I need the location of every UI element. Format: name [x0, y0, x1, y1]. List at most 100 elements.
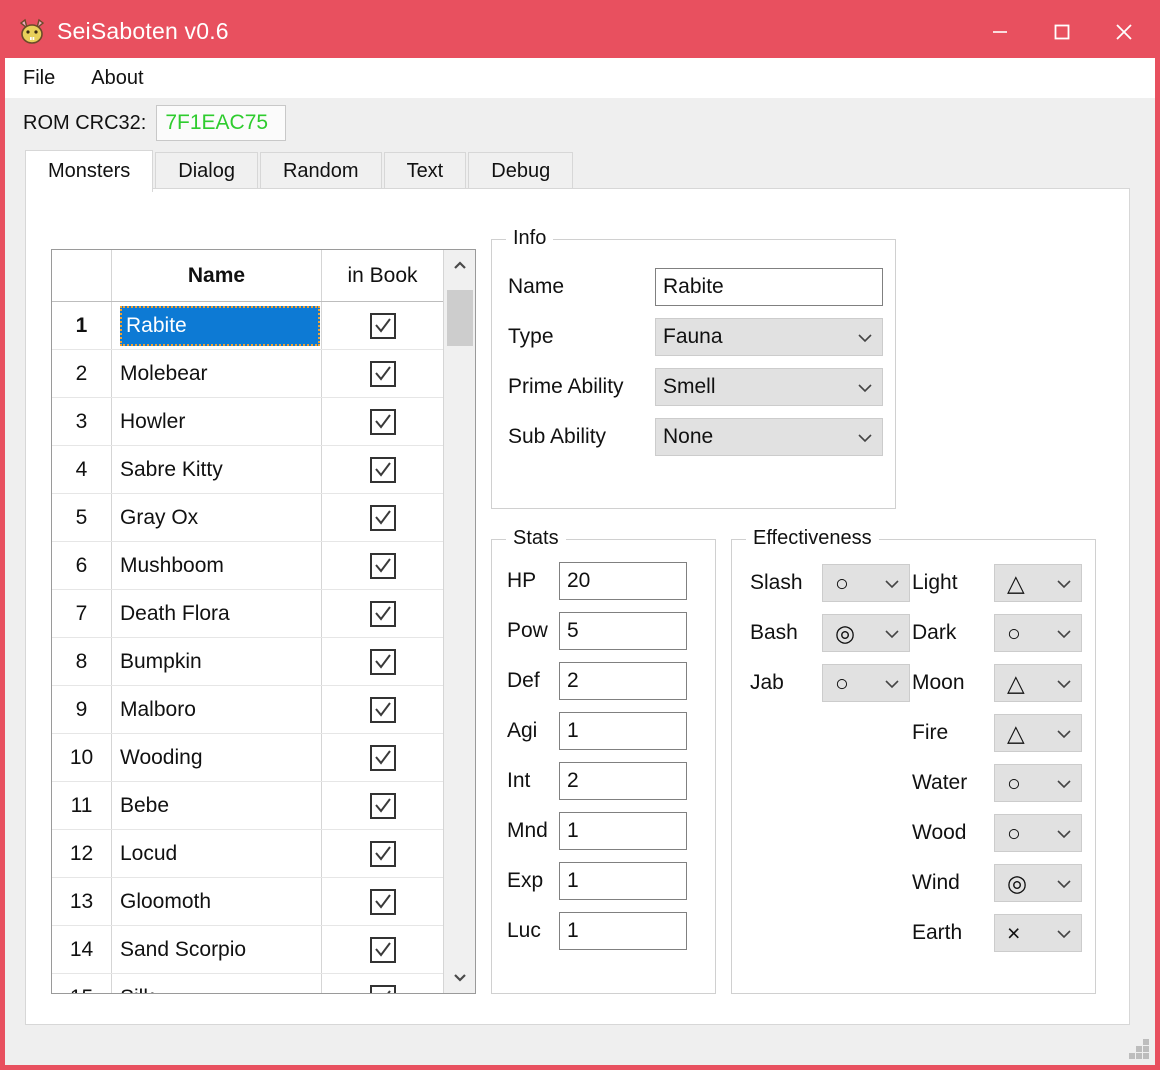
row-name-cell[interactable]: Howler — [112, 398, 322, 445]
effectiveness-combo-elem-2[interactable]: △ — [994, 664, 1082, 702]
row-name-cell[interactable]: Sand Scorpio — [112, 926, 322, 973]
row-name-cell[interactable]: Silk — [112, 974, 322, 993]
table-row[interactable]: 4 Sabre Kitty — [52, 446, 443, 494]
in-book-checkbox[interactable] — [369, 888, 396, 915]
tab-dialog[interactable]: Dialog — [155, 152, 258, 190]
in-book-checkbox[interactable] — [369, 552, 396, 579]
row-in-book-cell[interactable] — [322, 686, 443, 733]
stat-input-2[interactable]: 2 — [559, 662, 687, 700]
in-book-checkbox[interactable] — [369, 696, 396, 723]
table-row[interactable]: 14 Sand Scorpio — [52, 926, 443, 974]
table-row[interactable]: 10 Wooding — [52, 734, 443, 782]
scroll-up-button[interactable] — [444, 250, 475, 282]
row-name-cell[interactable]: Molebear — [112, 350, 322, 397]
row-name-cell[interactable]: Malboro — [112, 686, 322, 733]
scrollbar-thumb[interactable] — [447, 290, 473, 346]
row-in-book-cell[interactable] — [322, 494, 443, 541]
row-in-book-cell[interactable] — [322, 590, 443, 637]
stat-input-1[interactable]: 5 — [559, 612, 687, 650]
column-header-in-book[interactable]: in Book — [322, 250, 443, 301]
stat-input-7[interactable]: 1 — [559, 912, 687, 950]
menu-item-about[interactable]: About — [91, 67, 143, 90]
tab-monsters[interactable]: Monsters — [25, 150, 154, 192]
in-book-checkbox[interactable] — [369, 744, 396, 771]
effectiveness-combo-elem-7[interactable]: × — [994, 914, 1082, 952]
column-header-name[interactable]: Name — [112, 250, 322, 301]
info-combo-1[interactable]: Fauna — [655, 318, 883, 356]
row-name-selected[interactable]: Rabite — [120, 305, 320, 346]
stat-input-4[interactable]: 2 — [559, 762, 687, 800]
effectiveness-combo-elem-5[interactable]: ○ — [994, 814, 1082, 852]
row-in-book-cell[interactable] — [322, 302, 443, 349]
in-book-checkbox[interactable] — [369, 504, 396, 531]
effectiveness-combo-elem-0[interactable]: △ — [994, 564, 1082, 602]
in-book-checkbox[interactable] — [369, 936, 396, 963]
in-book-checkbox[interactable] — [369, 408, 396, 435]
row-in-book-cell[interactable] — [322, 974, 443, 993]
tab-random[interactable]: Random — [259, 152, 382, 190]
monster-grid-scrollbar[interactable] — [443, 250, 475, 993]
row-in-book-cell[interactable] — [322, 446, 443, 493]
table-row[interactable]: 5 Gray Ox — [52, 494, 443, 542]
menu-item-file[interactable]: File — [23, 67, 55, 90]
tab-text[interactable]: Text — [383, 152, 467, 190]
minimize-button[interactable] — [969, 5, 1031, 58]
table-row[interactable]: 15Silk — [52, 974, 443, 993]
row-in-book-cell[interactable] — [322, 542, 443, 589]
in-book-checkbox[interactable] — [369, 360, 396, 387]
in-book-checkbox[interactable] — [369, 984, 396, 993]
row-name-cell[interactable]: Death Flora — [112, 590, 322, 637]
table-row[interactable]: 9 Malboro — [52, 686, 443, 734]
close-button[interactable] — [1093, 5, 1155, 58]
table-row[interactable]: 12 Locud — [52, 830, 443, 878]
info-combo-3[interactable]: None — [655, 418, 883, 456]
in-book-checkbox[interactable] — [369, 792, 396, 819]
maximize-button[interactable] — [1031, 5, 1093, 58]
table-row[interactable]: 13 Gloomoth — [52, 878, 443, 926]
row-name-cell[interactable]: Sabre Kitty — [112, 446, 322, 493]
info-input-0[interactable]: Rabite — [655, 268, 883, 306]
effectiveness-combo-elem-4[interactable]: ○ — [994, 764, 1082, 802]
in-book-checkbox[interactable] — [369, 456, 396, 483]
in-book-checkbox[interactable] — [369, 312, 396, 339]
row-in-book-cell[interactable] — [322, 638, 443, 685]
scroll-down-button[interactable] — [444, 961, 476, 993]
table-row[interactable]: 7 Death Flora — [52, 590, 443, 638]
row-name-cell[interactable]: Bumpkin — [112, 638, 322, 685]
effectiveness-combo-phys-0[interactable]: ○ — [822, 564, 910, 602]
in-book-checkbox[interactable] — [369, 840, 396, 867]
row-name-cell[interactable]: Bebe — [112, 782, 322, 829]
tab-debug[interactable]: Debug — [468, 152, 574, 190]
table-row[interactable]: 11 Bebe — [52, 782, 443, 830]
monster-grid-body[interactable]: Name in Book 1 Rabite 2 Molebear 3 Howler 4 Sabre… — [52, 250, 443, 993]
resize-grip-icon[interactable] — [1129, 1039, 1149, 1059]
row-name-cell[interactable]: Gray Ox — [112, 494, 322, 541]
table-row[interactable]: 6 Mushboom — [52, 542, 443, 590]
row-in-book-cell[interactable] — [322, 926, 443, 973]
stat-input-5[interactable]: 1 — [559, 812, 687, 850]
in-book-checkbox[interactable] — [369, 600, 396, 627]
effectiveness-combo-phys-2[interactable]: ○ — [822, 664, 910, 702]
table-row[interactable]: 8 Bumpkin — [52, 638, 443, 686]
in-book-checkbox[interactable] — [369, 648, 396, 675]
row-in-book-cell[interactable] — [322, 350, 443, 397]
table-row[interactable]: 3 Howler — [52, 398, 443, 446]
row-in-book-cell[interactable] — [322, 782, 443, 829]
row-name-cell[interactable]: Rabite — [112, 302, 322, 349]
stat-input-6[interactable]: 1 — [559, 862, 687, 900]
row-in-book-cell[interactable] — [322, 734, 443, 781]
stat-input-3[interactable]: 1 — [559, 712, 687, 750]
effectiveness-combo-elem-6[interactable]: ◎ — [994, 864, 1082, 902]
effectiveness-combo-phys-1[interactable]: ◎ — [822, 614, 910, 652]
row-in-book-cell[interactable] — [322, 878, 443, 925]
row-name-cell[interactable]: Wooding — [112, 734, 322, 781]
info-combo-2[interactable]: Smell — [655, 368, 883, 406]
table-row[interactable]: 1 Rabite — [52, 302, 443, 350]
row-name-cell[interactable]: Gloomoth — [112, 878, 322, 925]
row-name-cell[interactable]: Locud — [112, 830, 322, 877]
table-row[interactable]: 2 Molebear — [52, 350, 443, 398]
stat-input-0[interactable]: 20 — [559, 562, 687, 600]
effectiveness-combo-elem-3[interactable]: △ — [994, 714, 1082, 752]
row-name-cell[interactable]: Mushboom — [112, 542, 322, 589]
effectiveness-combo-elem-1[interactable]: ○ — [994, 614, 1082, 652]
